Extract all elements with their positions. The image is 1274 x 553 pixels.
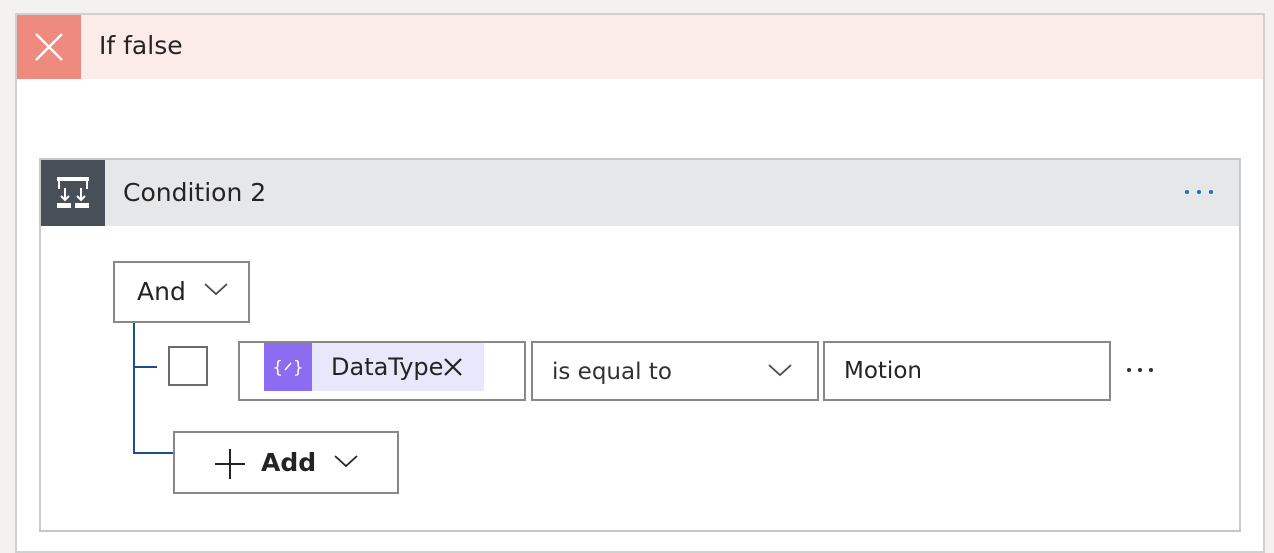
group-operator-label: And <box>137 277 186 306</box>
add-button-label: Add <box>261 448 317 477</box>
plus-icon <box>213 447 247 485</box>
if-false-title: If false <box>99 31 183 60</box>
group-operator-dropdown[interactable]: And <box>113 261 250 323</box>
expression-icon: { } <box>264 358 312 395</box>
add-button[interactable]: Add <box>173 431 399 494</box>
remove-token-icon[interactable] <box>442 356 464 378</box>
close-icon <box>17 33 81 83</box>
datatype-token[interactable]: { } DataType <box>264 343 484 391</box>
condition-more-button[interactable] <box>1181 174 1221 210</box>
operator-dropdown[interactable]: is equal to <box>531 341 819 401</box>
left-operand-field[interactable]: { } DataType <box>238 341 526 401</box>
more-icon <box>1181 190 1221 214</box>
chevron-down-icon <box>767 362 793 382</box>
condition-card: Condition 2 And {} DataType is equal to… <box>39 158 1241 532</box>
tree-connector-row <box>133 366 157 368</box>
chevron-down-icon <box>333 453 359 473</box>
svg-text:{ }: { } <box>273 358 304 378</box>
more-icon <box>1123 368 1163 389</box>
condition-header[interactable]: Condition 2 <box>41 160 1239 226</box>
condition-icon-box <box>41 160 105 226</box>
row-more-button[interactable] <box>1123 355 1163 385</box>
token-label: DataType <box>331 353 444 381</box>
operator-label: is equal to <box>552 359 672 385</box>
row-select-checkbox[interactable] <box>168 346 208 386</box>
condition-title: Condition 2 <box>123 178 267 207</box>
token-icon-box: { } <box>264 343 312 391</box>
comparison-value-input[interactable] <box>823 341 1111 401</box>
if-false-icon-box <box>17 15 81 79</box>
tree-connector-add <box>133 452 173 454</box>
tree-connector-vertical <box>133 323 135 454</box>
condition-icon <box>41 177 105 230</box>
if-false-header[interactable]: If false <box>17 15 1263 79</box>
chevron-down-icon <box>203 281 229 301</box>
